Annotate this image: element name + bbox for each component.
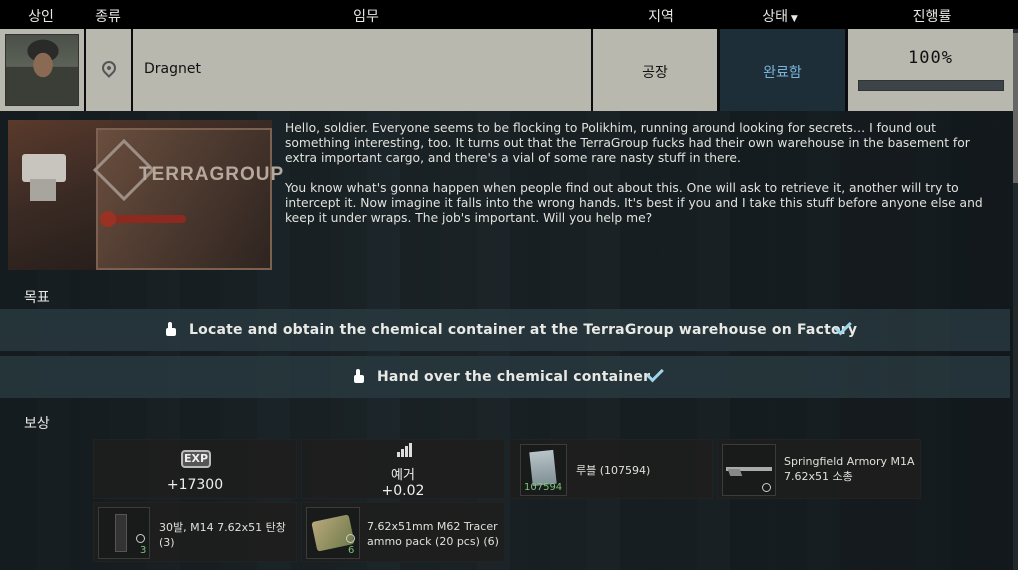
objective-item[interactable]: Hand over the chemical container (0, 356, 1010, 398)
objective-text: Hand over the chemical container (377, 369, 651, 385)
exp-icon: EXP (181, 450, 211, 468)
header-trader[interactable]: 상인 (28, 6, 54, 26)
progress-bar-fill (859, 81, 1003, 90)
found-in-raid-icon (136, 534, 145, 543)
progress-bar (858, 80, 1004, 91)
rewards-heading: 보상 (24, 416, 50, 432)
item-name: 30발, M14 7.62x51 탄창 (159, 521, 286, 534)
description-paragraph: You know what's gonna happen when people… (285, 181, 983, 225)
objective-text: Locate and obtain the chemical container… (189, 322, 858, 338)
quest-location: 공장 (642, 65, 668, 81)
progress-cell: 100% (848, 29, 1013, 111)
scrollbar[interactable] (1013, 29, 1018, 570)
type-cell (86, 29, 131, 111)
progress-text: 100% (908, 48, 953, 68)
trader-cell (0, 29, 84, 111)
item-subname: 7.62x51 소총 (784, 470, 853, 483)
reputation-up-icon (397, 443, 413, 457)
door-handle (100, 211, 186, 227)
header-progress[interactable]: 진행률 (913, 6, 952, 26)
location-cell: 공장 (593, 29, 717, 111)
status-badge: 완료함 (763, 65, 802, 81)
trader-avatar (5, 34, 79, 106)
exp-value: +17300 (166, 477, 224, 493)
status-cell: 완료함 (720, 29, 845, 111)
reward-item[interactable]: Springfield Armory M1A 7.62x51 소총 (717, 439, 921, 499)
camera-icon (22, 154, 66, 182)
chevron-down-icon: ▼ (787, 14, 798, 24)
reward-item[interactable]: 3 30발, M14 7.62x51 탄창 (3) (93, 502, 297, 562)
quest-image (8, 120, 272, 270)
pointer-hand-icon (353, 369, 365, 384)
reward-reputation[interactable]: 예거 +0.02 (301, 439, 505, 499)
reward-item[interactable]: 107594 루블 (107594) (509, 439, 713, 499)
column-header: 상인 종류 임무 지역 상태 ▼ 진행률 (0, 0, 1018, 29)
reputation-value: +0.02 (381, 483, 425, 499)
header-task[interactable]: 임무 (353, 6, 379, 26)
header-location[interactable]: 지역 (648, 6, 674, 26)
item-name: 7.62x51mm M62 Tracer (367, 520, 498, 533)
camera-mount (30, 179, 56, 201)
item-quantity: 3 (140, 545, 147, 556)
reputation-trader: 예거 (391, 468, 415, 483)
objective-item[interactable]: Locate and obtain the chemical container… (0, 309, 1010, 351)
item-name: 루블 (107594) (576, 464, 651, 477)
item-name: Springfield Armory M1A (784, 455, 915, 468)
reward-item[interactable]: 6 7.62x51mm M62 Tracer ammo pack (20 pcs… (301, 502, 505, 562)
pointer-hand-icon (165, 322, 177, 337)
item-subname: (3) (159, 536, 175, 549)
quest-image-logo-text: TERRAGROUP (139, 164, 285, 185)
scrollbar-thumb[interactable] (1013, 33, 1018, 183)
header-status[interactable]: 상태 ▼ (762, 6, 798, 26)
objectives-heading: 목표 (24, 290, 50, 306)
description-paragraph: Hello, soldier. Everyone seems to be flo… (285, 121, 970, 165)
item-quantity: 6 (348, 545, 355, 556)
found-in-raid-icon (346, 534, 355, 543)
task-cell: Dragnet (133, 29, 591, 111)
quest-row[interactable]: Dragnet 공장 완료함 100% (0, 29, 1018, 111)
header-type[interactable]: 종류 (95, 6, 121, 26)
map-pin-icon (99, 58, 119, 78)
reward-exp[interactable]: EXP +17300 (93, 439, 297, 499)
quest-description: Hello, soldier. Everyone seems to be flo… (285, 121, 997, 241)
item-quantity: 107594 (524, 482, 563, 493)
item-subname: ammo pack (20 pcs) (6) (367, 535, 499, 548)
found-in-raid-icon (762, 483, 771, 492)
quest-name: Dragnet (144, 61, 201, 77)
